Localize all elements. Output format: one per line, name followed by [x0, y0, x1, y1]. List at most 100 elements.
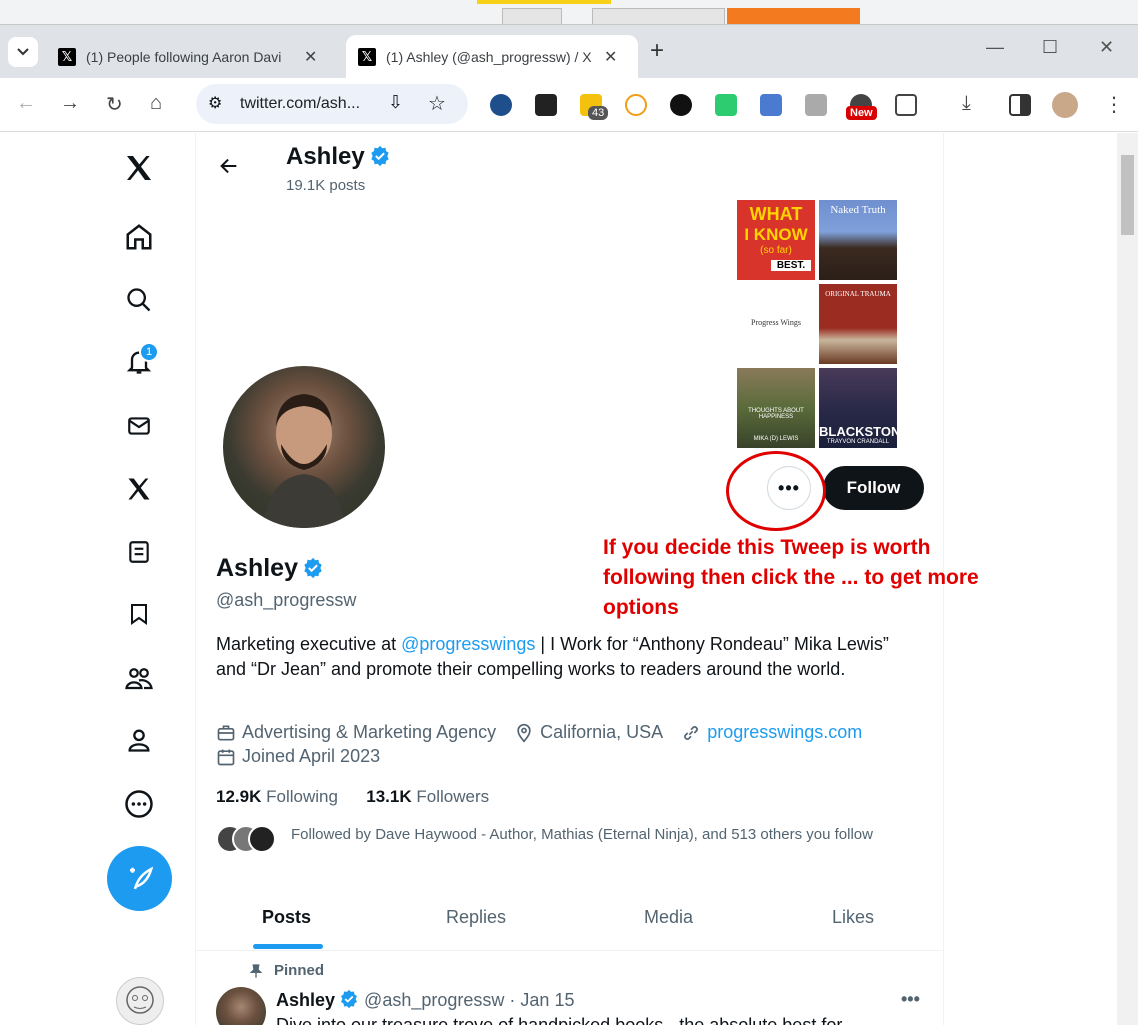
- tab-posts[interactable]: Posts: [262, 907, 311, 928]
- following-link[interactable]: 12.9K Following: [216, 787, 338, 806]
- annotation-text: If you decide this Tweep is worth follow…: [603, 536, 979, 619]
- tweet-text: Dive into our treasure trove of handpick…: [276, 1015, 857, 1025]
- translate-icon[interactable]: [760, 94, 782, 116]
- tweet-author-handle: @ash_progressw: [364, 990, 505, 1010]
- profile-location: California, USA: [514, 722, 663, 743]
- profile-bio: Marketing executive at @progresswings | …: [216, 632, 916, 682]
- minimize-icon[interactable]: —: [986, 37, 1004, 58]
- browser-toolbar: ← → ↻ ⌂ ⚙ twitter.com/ash... ⇩ ☆ ⤓ ⋮: [0, 78, 1138, 132]
- x-home-logo-icon[interactable]: [122, 151, 156, 185]
- extension-b-icon[interactable]: [625, 94, 647, 116]
- background-highlight: [477, 0, 611, 4]
- followers-link[interactable]: 13.1K Followers: [366, 787, 489, 806]
- bookmark-star-icon[interactable]: ☆: [428, 91, 446, 116]
- communities-icon[interactable]: [122, 661, 156, 695]
- joined-text: Joined April 2023: [242, 746, 381, 766]
- background-window-strip: [0, 0, 1138, 24]
- bio-mention-link[interactable]: @progresswings: [401, 634, 535, 654]
- feather-plus-icon: [129, 866, 153, 889]
- maximize-icon[interactable]: ☐: [1042, 37, 1058, 58]
- install-app-icon[interactable]: ⇩: [388, 92, 403, 113]
- profile-meta-row: Advertising & Marketing Agency Californi…: [216, 722, 880, 743]
- search-icon[interactable]: [122, 283, 156, 317]
- tweet-date[interactable]: Jan 15: [520, 990, 574, 1010]
- background-orange-box: [727, 8, 860, 24]
- extensions-puzzle-icon[interactable]: [895, 94, 917, 116]
- profile-column: Ashley 19.1K posts WHAT I KNOW (so far) …: [196, 133, 979, 1025]
- book-title-line: Progress Wings: [751, 318, 801, 327]
- book-title-line: TRAYVON CRANDALL: [826, 439, 890, 445]
- close-window-icon[interactable]: ✕: [1099, 37, 1114, 58]
- book-title-line: Naked Truth: [830, 204, 886, 216]
- address-bar[interactable]: ⚙ twitter.com/ash... ⇩ ☆: [196, 84, 468, 124]
- book-cover-blackstone: BLACKSTONE TRAYVON CRANDALL: [819, 368, 897, 448]
- notification-count-badge: 1: [139, 342, 159, 362]
- header-name-row: Ashley: [286, 143, 391, 171]
- tweet-separator: ·: [509, 990, 516, 1010]
- extension-badge-count: 43: [588, 106, 609, 120]
- follow-button[interactable]: Follow: [823, 466, 924, 510]
- book-title-line: (so far): [760, 245, 792, 256]
- scrollbar-thumb[interactable]: [1121, 155, 1134, 235]
- tweet-avatar[interactable]: [216, 987, 266, 1025]
- verified-badge-icon: [304, 557, 322, 579]
- messages-envelope-icon[interactable]: [122, 409, 156, 443]
- book-title-line: BLACKSTONE: [819, 424, 897, 439]
- pinned-label-row: Pinned: [248, 962, 324, 979]
- profile-website[interactable]: progresswings.com: [681, 722, 862, 743]
- extension-1-icon[interactable]: [490, 94, 512, 116]
- more-circle-icon[interactable]: [122, 787, 156, 821]
- location-pin-icon: [517, 723, 531, 743]
- back-icon[interactable]: ←: [16, 92, 36, 115]
- tweet-more-button[interactable]: •••: [901, 989, 920, 1010]
- new-tab-button[interactable]: +: [650, 37, 664, 65]
- browser-tab-bar: 𝕏 (1) People following Aaron Davi ✕ 𝕏 (1…: [0, 24, 1138, 79]
- profile-avatar-icon[interactable]: [1052, 92, 1078, 118]
- pinned-tweet[interactable]: Pinned Ashley @ash_progressw · Jan 15 ••…: [196, 953, 944, 1025]
- extension-chart-icon[interactable]: [670, 94, 692, 116]
- lists-icon[interactable]: [122, 535, 156, 569]
- post-button[interactable]: [107, 846, 172, 911]
- x-premium-icon[interactable]: [122, 472, 156, 506]
- profile-category: Advertising & Marketing Agency: [216, 722, 496, 743]
- close-icon[interactable]: ✕: [304, 47, 317, 67]
- tab-likes[interactable]: Likes: [832, 907, 874, 928]
- profile-banner[interactable]: WHAT I KNOW (so far) BEST. Naked Truth P…: [737, 200, 899, 450]
- back-arrow-icon[interactable]: [218, 155, 240, 182]
- background-arrow-box: [502, 8, 562, 24]
- profile-icon[interactable]: [122, 723, 156, 757]
- side-panel-icon[interactable]: [1009, 94, 1031, 116]
- extension-bookmark-icon[interactable]: [715, 94, 737, 116]
- home-nav-icon[interactable]: [122, 220, 156, 254]
- page-scrollbar[interactable]: [1117, 133, 1138, 1025]
- website-link[interactable]: progresswings.com: [707, 722, 862, 743]
- profile-handle: @ash_progressw: [216, 590, 357, 610]
- reload-icon[interactable]: ↻: [106, 92, 123, 117]
- download-icon[interactable]: ⤓: [962, 92, 971, 115]
- book-cover-progress-wings: Progress Wings: [737, 284, 815, 364]
- tweet-author-name[interactable]: Ashley: [276, 990, 335, 1010]
- extension-flag-icon[interactable]: [805, 94, 827, 116]
- bookmarks-icon[interactable]: [122, 597, 156, 631]
- twitter-page: 1 Ashley 19.1K posts WHAT I KNOW (so far…: [0, 133, 1138, 1025]
- tab-replies[interactable]: Replies: [446, 907, 506, 928]
- calendar-icon: [217, 749, 235, 765]
- briefcase-icon: [217, 725, 235, 740]
- extension-new-badge: New: [846, 106, 877, 120]
- tab-search-button[interactable]: [8, 37, 38, 67]
- profile-avatar[interactable]: [220, 363, 388, 531]
- browser-tab-1[interactable]: 𝕏 (1) People following Aaron Davi ✕: [46, 35, 342, 79]
- followers-count: 13.1K: [366, 787, 412, 806]
- extension-layers-icon[interactable]: [535, 94, 557, 116]
- close-icon[interactable]: ✕: [604, 47, 617, 67]
- verified-badge-icon: [341, 989, 357, 1009]
- browser-tab-2[interactable]: 𝕏 (1) Ashley (@ash_progressw) / X ✕: [346, 35, 638, 79]
- home-icon[interactable]: ⌂: [150, 92, 162, 115]
- book-title-line: MIKA (D) LEWIS: [753, 436, 799, 442]
- tab-media[interactable]: Media: [644, 907, 693, 928]
- profile-joined: Joined April 2023: [216, 746, 380, 767]
- account-avatar[interactable]: [116, 977, 164, 1025]
- menu-kebab-icon[interactable]: ⋮: [1104, 92, 1124, 117]
- forward-icon[interactable]: →: [60, 92, 80, 115]
- site-info-icon[interactable]: ⚙: [208, 93, 222, 113]
